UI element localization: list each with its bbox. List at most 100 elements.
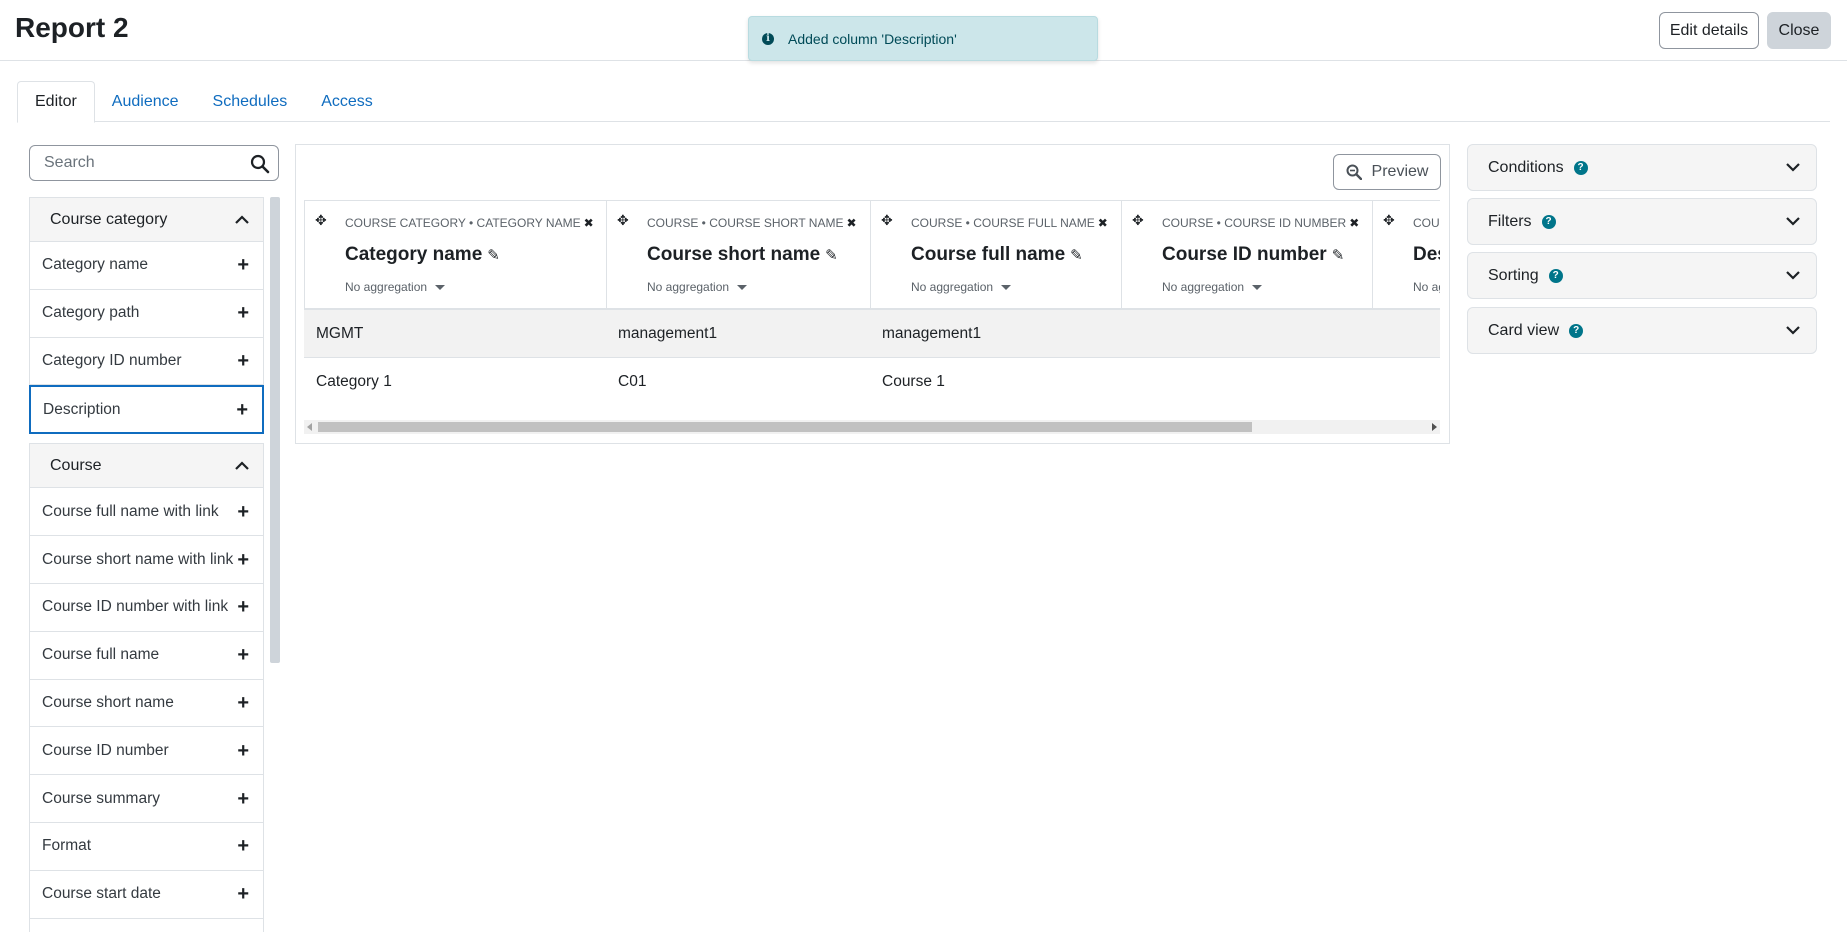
aggregation-dropdown[interactable]: No aggregation <box>647 280 748 294</box>
sidebar-item-course-start-date[interactable]: Course start date + <box>29 870 264 919</box>
scroll-left-icon[interactable] <box>307 423 312 431</box>
sidebar-item-label: Format <box>42 837 92 855</box>
search-box <box>29 145 279 181</box>
chevron-down-icon[interactable] <box>1786 270 1800 280</box>
move-icon[interactable]: ✥ <box>617 212 629 229</box>
horizontal-scrollbar[interactable] <box>304 420 1440 434</box>
sidebar-item-label: Course summary <box>42 789 160 807</box>
column-header: ✥ Course • Course ID number ✖ Course ID n… <box>1121 201 1372 309</box>
help-icon[interactable]: ? <box>1541 214 1556 229</box>
chevron-up-icon[interactable] <box>235 461 249 471</box>
preview-button[interactable]: Preview <box>1333 154 1441 190</box>
column-path: Course category • Description <box>1413 216 1440 230</box>
plus-icon[interactable]: + <box>236 400 248 420</box>
card-view-panel[interactable]: Card view ? <box>1467 307 1817 354</box>
scrollbar-thumb[interactable] <box>318 422 1252 432</box>
move-icon[interactable]: ✥ <box>881 212 893 229</box>
sidebar-item-course-full-name-with-link[interactable]: Course full name with link + <box>29 488 264 537</box>
aggregation-dropdown[interactable]: No aggregation <box>911 280 1012 294</box>
column-header: ✥ Course category • Category name ✖ Categ… <box>304 201 606 309</box>
search-input[interactable] <box>42 146 252 180</box>
sidebar-item-course-summary[interactable]: Course summary + <box>29 775 264 823</box>
table-cell: management1 <box>882 324 982 342</box>
tab-bar: Editor Audience Schedules Access <box>17 81 1830 123</box>
move-icon[interactable]: ✥ <box>315 212 327 229</box>
chevron-down-icon[interactable] <box>1786 216 1800 226</box>
column-path: Course • Course ID number <box>1162 216 1347 230</box>
sidebar-scrollbar[interactable] <box>270 197 280 663</box>
sidebar-item-category-name[interactable]: Category name + <box>29 242 264 290</box>
help-icon[interactable]: ? <box>1569 323 1584 338</box>
panel-title: Sorting <box>1488 266 1539 284</box>
plus-icon[interactable]: + <box>237 255 249 275</box>
sidebar-item-course-id-number-with-link[interactable]: Course ID number with link + <box>29 583 264 632</box>
table-cell: Course 1 <box>882 373 945 390</box>
sidebar-item-course-full-name[interactable]: Course full name + <box>29 631 264 680</box>
sidebar-item-label: Course ID number <box>42 741 169 759</box>
column-header: ✥ Course • Course short name ✖ Course sho… <box>606 201 870 309</box>
tab-schedules[interactable]: Schedules <box>196 81 305 122</box>
table-row: Category 1 C01 Course 1 <box>304 358 1440 406</box>
plus-icon[interactable]: + <box>237 351 249 371</box>
search-icon[interactable] <box>250 154 270 174</box>
plus-icon[interactable]: + <box>237 645 249 665</box>
aggregation-dropdown[interactable]: No aggregation <box>1413 280 1440 294</box>
caret-down-icon <box>435 285 446 291</box>
column-name: Category name <box>345 244 483 265</box>
sidebar-item-format[interactable]: Format + <box>29 822 264 871</box>
move-icon[interactable]: ✥ <box>1383 212 1395 229</box>
filters-panel[interactable]: Filters ? <box>1467 198 1817 245</box>
caret-down-icon <box>1252 285 1263 291</box>
report-table-card: Preview ✥ Course category • Category nam… <box>295 144 1450 444</box>
help-icon[interactable]: ? <box>1548 268 1563 283</box>
sidebar-item-category-id-number[interactable]: Category ID number + <box>29 337 264 386</box>
help-icon[interactable]: ? <box>1573 160 1588 175</box>
category-header-course[interactable]: Course <box>29 443 264 489</box>
aggregation-dropdown[interactable]: No aggregation <box>1162 280 1263 294</box>
chevron-up-icon[interactable] <box>235 214 249 225</box>
sidebar-item-course-short-name[interactable]: Course short name + <box>29 679 264 728</box>
column-header: ✥ Course category • Description✖ Descrip… <box>1372 201 1440 309</box>
remove-column-icon[interactable]: ✖ <box>1349 216 1359 230</box>
scroll-right-icon[interactable] <box>1432 423 1437 431</box>
plus-icon[interactable]: + <box>237 693 249 713</box>
plus-icon[interactable]: + <box>237 597 249 617</box>
plus-icon[interactable]: + <box>237 550 249 570</box>
column-name: Course short name <box>647 244 821 265</box>
sorting-panel[interactable]: Sorting ? <box>1467 252 1817 299</box>
plus-icon[interactable]: + <box>237 303 249 323</box>
pencil-icon[interactable]: ✎ <box>1332 246 1345 264</box>
close-button[interactable]: Close <box>1767 12 1831 49</box>
sidebar-item-course-short-name-with-link[interactable]: Course short name with link + <box>29 536 264 584</box>
sidebar-item-description[interactable]: Description + <box>29 385 264 435</box>
column-header: ✥ Course • Course full name ✖ Course full… <box>870 201 1121 309</box>
category-header-course-category[interactable]: Course category <box>29 197 264 242</box>
remove-column-icon[interactable]: ✖ <box>584 216 594 230</box>
plus-icon[interactable]: + <box>237 502 249 522</box>
pencil-icon[interactable]: ✎ <box>487 246 500 264</box>
aggregation-dropdown[interactable]: No aggregation <box>345 280 446 294</box>
plus-icon[interactable]: + <box>237 884 249 904</box>
move-icon[interactable]: ✥ <box>1132 212 1144 229</box>
plus-icon[interactable]: + <box>237 836 249 856</box>
remove-column-icon[interactable]: ✖ <box>846 216 856 230</box>
sidebar-item-course-id-number[interactable]: Course ID number + <box>29 727 264 776</box>
toast-message: Added column 'Description' <box>788 30 957 47</box>
category-title: Course category <box>50 210 168 228</box>
edit-details-button[interactable]: Edit details <box>1659 12 1759 49</box>
tab-access[interactable]: Access <box>304 81 390 122</box>
pencil-icon[interactable]: ✎ <box>1070 246 1083 264</box>
sidebar-item-category-path[interactable]: Category path + <box>29 289 264 338</box>
chevron-down-icon[interactable] <box>1786 325 1800 335</box>
column-path: Course category • Category name <box>345 216 581 230</box>
info-icon: i <box>762 32 774 45</box>
tab-editor[interactable]: Editor <box>17 81 95 123</box>
remove-column-icon[interactable]: ✖ <box>1098 216 1108 230</box>
sidebar-item-label: Course full name with link <box>42 502 219 520</box>
pencil-icon[interactable]: ✎ <box>825 246 838 264</box>
plus-icon[interactable]: + <box>237 789 249 809</box>
tab-audience[interactable]: Audience <box>95 81 196 122</box>
conditions-panel[interactable]: Conditions ? <box>1467 144 1817 191</box>
chevron-down-icon[interactable] <box>1786 162 1800 172</box>
plus-icon[interactable]: + <box>237 741 249 761</box>
